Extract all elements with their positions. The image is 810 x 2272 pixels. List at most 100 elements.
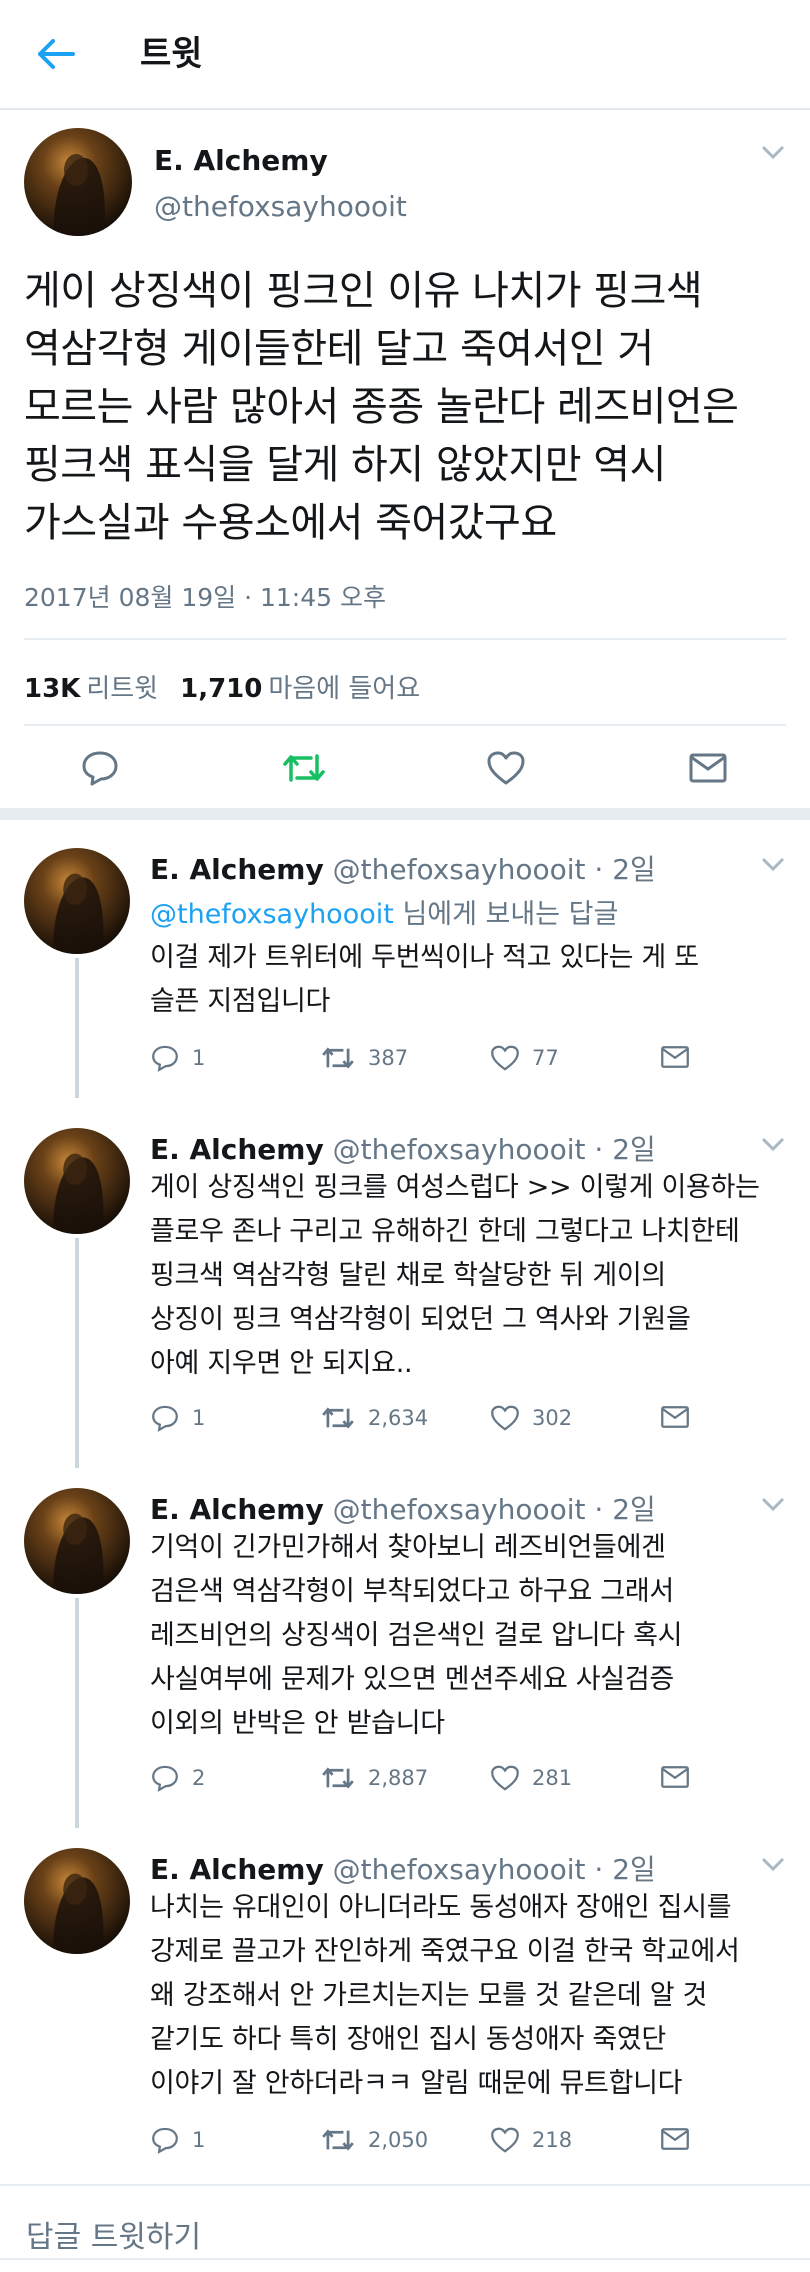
retweet-count: 2,887 xyxy=(368,1766,429,1790)
tweet-text-line: 핑크색 표식을 달게 하지 않았지만 역시 xyxy=(24,442,666,488)
thread-line xyxy=(75,958,79,1098)
like-button[interactable]: 302 xyxy=(490,1404,572,1432)
reply-icon xyxy=(152,1045,178,1072)
author-name[interactable]: E. Alchemy xyxy=(150,1133,324,1166)
chevron-down-icon[interactable] xyxy=(760,1494,786,1514)
retweet-button[interactable]: 387 xyxy=(320,1044,408,1072)
reply-actions: 1 2,634 302 xyxy=(150,1404,770,1444)
like-count: 302 xyxy=(532,1406,573,1430)
chevron-down-icon[interactable] xyxy=(760,1854,786,1874)
author-handle[interactable]: @thefoxsayhoooit xyxy=(333,1853,586,1886)
like-count: 281 xyxy=(532,1766,573,1790)
envelope-icon xyxy=(661,2128,689,2150)
reply-tweet[interactable]: E. Alchemy @thefoxsayhoooit · 2일 @thefox… xyxy=(0,832,810,1102)
author-handle[interactable]: @thefoxsayhoooit xyxy=(333,1493,586,1526)
reply-button[interactable] xyxy=(76,744,124,792)
reply-tweet[interactable]: E. Alchemy @thefoxsayhoooit · 2일 게이 상징색인… xyxy=(0,1112,810,1472)
reply-text-line: 이야기 잘 안하더라ㅋㅋ 알림 때문에 뮤트합니다 xyxy=(150,2068,683,2099)
retweet-icon xyxy=(283,754,325,782)
reply-count: 1 xyxy=(192,1046,206,1070)
divider xyxy=(24,638,786,640)
author-name[interactable]: E. Alchemy xyxy=(150,1853,324,1886)
reply-date[interactable]: · 2일 xyxy=(594,1853,655,1886)
retweet-icon xyxy=(322,2129,354,2151)
reply-date[interactable]: · 2일 xyxy=(594,853,655,886)
replying-to-handle[interactable]: @thefoxsayhoooit xyxy=(150,899,394,930)
reply-text-line: 핑크색 역삼각형 달린 채로 학살당한 뒤 게이의 xyxy=(150,1260,666,1291)
reply-text-line: 아예 지우면 안 되지요.. xyxy=(150,1348,413,1379)
author-handle[interactable]: @thefoxsayhoooit xyxy=(333,1133,586,1166)
reply-tweet[interactable]: E. Alchemy @thefoxsayhoooit · 2일 나치는 유대인… xyxy=(0,1832,810,2182)
like-count-link[interactable]: 1,710 마음에 들어요 xyxy=(180,668,420,705)
tweet-text-line: 가스실과 수용소에서 죽어갔구요 xyxy=(24,500,557,546)
author-handle[interactable]: @thefoxsayhoooit xyxy=(154,190,407,223)
replying-to-label: 님에게 보내는 답글 xyxy=(402,899,619,930)
reply-header: E. Alchemy @thefoxsayhoooit · 2일 xyxy=(150,1488,656,1528)
reply-icon xyxy=(152,1765,178,1792)
reply-text-line: 게이 상징색인 핑크를 여성스럽다 >> 이렇게 이용하는 xyxy=(150,1172,760,1203)
reply-header: E. Alchemy @thefoxsayhoooit · 2일 xyxy=(150,1128,656,1168)
author-name[interactable]: E. Alchemy xyxy=(150,1493,324,1526)
avatar[interactable] xyxy=(24,848,130,954)
like-count: 1,710 xyxy=(180,674,263,704)
chevron-down-icon[interactable] xyxy=(760,1134,786,1154)
retweet-count-link[interactable]: 13K 리트윗 xyxy=(24,668,158,705)
envelope-icon xyxy=(661,1406,689,1428)
reply-text: 이걸 제가 트위터에 두번씩이나 적고 있다는 게 또 슬픈 지점입니다 xyxy=(150,936,790,1024)
message-button[interactable] xyxy=(660,2126,690,2152)
divider xyxy=(0,2258,810,2260)
retweet-button[interactable] xyxy=(280,744,328,792)
reply-tweet[interactable]: E. Alchemy @thefoxsayhoooit · 2일 기억이 긴가민… xyxy=(0,1472,810,1832)
like-button[interactable] xyxy=(482,744,530,792)
retweet-icon xyxy=(322,1047,354,1069)
message-button[interactable] xyxy=(684,744,732,792)
envelope-icon xyxy=(661,1766,689,1788)
message-button[interactable] xyxy=(660,1764,690,1790)
tweet-timestamp[interactable]: 2017년 08월 19일 · 11:45 오후 xyxy=(24,578,386,614)
retweet-button[interactable]: 2,634 xyxy=(320,1404,428,1432)
reply-text-line: 강제로 끌고가 잔인하게 죽였구요 이걸 한국 학교에서 xyxy=(150,1936,740,1967)
like-button[interactable]: 281 xyxy=(490,1764,572,1792)
reply-tweet-input[interactable]: 답글 트윗하기 xyxy=(26,2212,201,2256)
reply-text-line: 기억이 긴가민가해서 찾아보니 레즈비언들에겐 xyxy=(150,1532,666,1563)
reply-date[interactable]: · 2일 xyxy=(594,1133,655,1166)
chevron-down-icon[interactable] xyxy=(760,142,786,162)
author-name[interactable]: E. Alchemy xyxy=(150,853,324,886)
reply-icon xyxy=(152,2127,178,2154)
retweet-count: 13K xyxy=(24,674,81,704)
message-button[interactable] xyxy=(660,1404,690,1430)
avatar[interactable] xyxy=(24,1128,130,1234)
author-handle[interactable]: @thefoxsayhoooit xyxy=(333,853,586,886)
back-button[interactable] xyxy=(32,30,80,78)
reply-date[interactable]: · 2일 xyxy=(594,1493,655,1526)
retweet-icon xyxy=(322,1767,354,1789)
heart-icon xyxy=(491,1045,519,1071)
reply-button[interactable]: 2 xyxy=(150,1764,205,1792)
reply-text-line: 나치는 유대인이 아니더라도 동성애자 장애인 집시를 xyxy=(150,1892,732,1923)
retweet-count: 2,634 xyxy=(368,1406,429,1430)
retweet-button[interactable]: 2,050 xyxy=(320,2126,428,2154)
reply-text-line: 같기도 하다 특히 장애인 집시 동성애자 죽였단 xyxy=(150,2024,666,2055)
reply-button[interactable]: 1 xyxy=(150,2126,205,2154)
heart-icon xyxy=(487,751,525,785)
chevron-down-icon[interactable] xyxy=(760,854,786,874)
like-button[interactable]: 77 xyxy=(490,1044,559,1072)
author-name[interactable]: E. Alchemy xyxy=(154,144,328,177)
avatar[interactable] xyxy=(24,1488,130,1594)
avatar[interactable] xyxy=(24,128,132,236)
reply-text: 나치는 유대인이 아니더라도 동성애자 장애인 집시를 강제로 끌고가 잔인하게… xyxy=(150,1886,790,2106)
envelope-icon xyxy=(661,1046,689,1068)
reply-button[interactable]: 1 xyxy=(150,1044,205,1072)
thread-line xyxy=(75,1238,79,1468)
reply-text-line: 사실여부에 문제가 있으면 멘션주세요 사실검증 xyxy=(150,1664,674,1695)
replying-to: @thefoxsayhoooit 님에게 보내는 답글 xyxy=(150,892,618,931)
envelope-icon xyxy=(689,753,727,783)
like-button[interactable]: 218 xyxy=(490,2126,572,2154)
reply-button[interactable]: 1 xyxy=(150,1404,205,1432)
avatar[interactable] xyxy=(24,1848,130,1954)
arrow-left-icon xyxy=(38,39,75,69)
tweet-stats: 13K 리트윗 1,710 마음에 들어요 xyxy=(24,668,420,705)
reply-text-line: 레즈비언의 상징색이 검은색인 걸로 압니다 혹시 xyxy=(150,1620,683,1651)
retweet-button[interactable]: 2,887 xyxy=(320,1764,428,1792)
message-button[interactable] xyxy=(660,1044,690,1070)
